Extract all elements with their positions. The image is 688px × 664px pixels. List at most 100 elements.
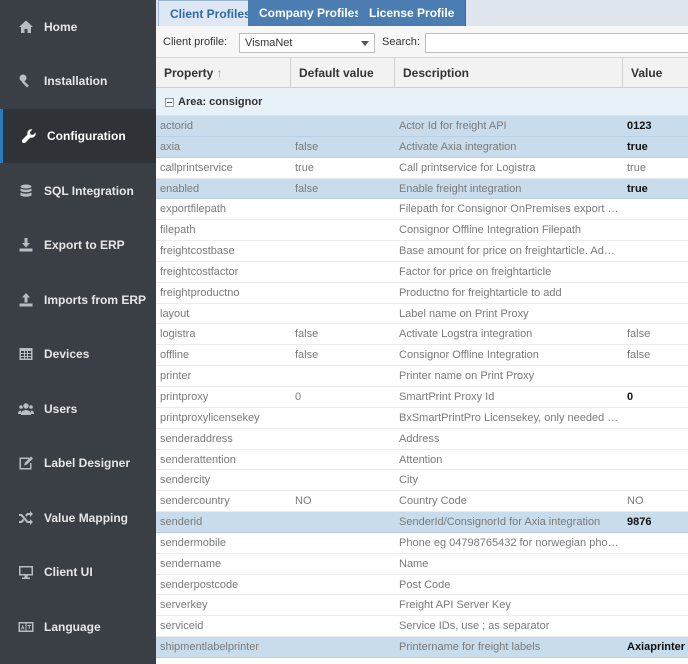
nav-item-configuration[interactable]: Configuration — [0, 109, 156, 163]
table-header: Property ↑ Default value Description Valu… — [156, 58, 688, 88]
nav-item-devices[interactable]: Devices — [0, 327, 156, 381]
cell-property: senderattention — [160, 453, 236, 466]
table-row[interactable]: serverkey Freight API Server Key — [156, 595, 688, 617]
group-row: Area: consignor — [156, 88, 688, 116]
nav-item-value-mapping[interactable]: Value Mapping — [0, 491, 156, 545]
cell-value — [627, 595, 688, 615]
import-icon — [16, 290, 36, 310]
column-header-label: Default value — [299, 66, 374, 80]
nav-item-sql-integration[interactable]: SQL Integration — [0, 164, 156, 218]
chevron-down-icon — [361, 41, 369, 46]
column-header-property[interactable]: Property ↑ — [156, 58, 291, 88]
cell-default-value — [295, 241, 391, 261]
cell-description: Name — [399, 557, 429, 570]
table-row[interactable]: exportfilepath Filepath for Consignor OnP… — [156, 199, 688, 221]
table-row[interactable]: printproxy 0 SmartPrint Proxy Id 0 — [156, 387, 688, 408]
cell-default-value — [295, 408, 391, 428]
cell-description: Printer name on Print Proxy — [399, 370, 535, 383]
cell-property: senderpostcode — [160, 578, 239, 591]
table-row[interactable]: filepath Consignor Offline Integration Fi… — [156, 220, 688, 242]
table-row[interactable]: freightcostfactor Factor for price on fre… — [156, 262, 688, 283]
cell-property: enabled — [160, 182, 200, 195]
nav-item-home[interactable]: Home — [0, 0, 156, 54]
tab-client-profiles[interactable]: Client Profiles — [158, 0, 263, 26]
cell-default-value: false — [295, 349, 319, 362]
tab-company-profiles[interactable]: Company Profiles — [248, 0, 374, 26]
table-row[interactable]: printproxylicensekey BxSmartPrintPro Lice… — [156, 408, 688, 429]
nav-label: Installation — [44, 74, 108, 88]
cell-default-value — [295, 554, 391, 574]
cell-property: shipmentlabelprinter — [160, 641, 260, 654]
table-row[interactable]: callprintservice true Call printservice fo… — [156, 158, 688, 179]
table-row[interactable]: senderpostcode Post Code — [156, 575, 688, 596]
cell-description: SmartPrint Proxy Id — [399, 390, 495, 403]
table-row[interactable]: offline false Consignor Offline Integratio… — [156, 345, 688, 367]
table-row[interactable]: axia false Activate Axia integration true — [156, 136, 688, 158]
table-row[interactable]: logistra false Activate Logstra integratio… — [156, 324, 688, 346]
cell-property: callprintservice — [160, 161, 233, 174]
table-row[interactable]: enabled false Enable freight integration tr… — [156, 178, 688, 200]
nav-item-language[interactable]: Language — [0, 600, 156, 654]
tab-license-profile[interactable]: License Profile — [358, 0, 467, 26]
nav-item-imports-from-erp[interactable]: Imports from ERP — [0, 273, 156, 327]
cell-description: Productno for freightarticle to add — [399, 286, 562, 299]
column-header-value[interactable]: Value — [623, 58, 688, 88]
table-row[interactable]: layout Label name on Print Proxy — [156, 304, 688, 325]
cell-description: Enable freight integration — [399, 182, 522, 195]
cell-description: Actor Id for freight API — [399, 120, 507, 132]
cell-default-value — [295, 595, 391, 615]
table-row[interactable]: sendercity City — [156, 470, 688, 492]
table-row[interactable]: freightcostbase Base amount for price on … — [156, 241, 688, 262]
cell-property: sendermobile — [160, 536, 227, 549]
nav-item-client-ui[interactable]: Client UI — [0, 545, 156, 599]
nav-item-installation[interactable]: Installation — [0, 54, 156, 108]
cell-property: senderaddress — [160, 432, 233, 445]
table-row[interactable]: senderattention Attention — [156, 450, 688, 471]
cell-property: offline — [160, 349, 190, 362]
search-input[interactable] — [425, 33, 688, 53]
table-row[interactable]: sendermobile Phone eg 04798765432 for nor… — [156, 533, 688, 554]
collapse-icon[interactable] — [165, 98, 174, 107]
client-profile-label: Client profile: — [163, 36, 228, 48]
table-row[interactable]: sendername Name — [156, 554, 688, 575]
client-profile-value: VismaNet — [245, 37, 293, 49]
table-row[interactable]: actorid Actor Id for freight API 0123 — [156, 116, 688, 137]
cell-default-value: true — [295, 161, 314, 174]
cell-description: Consignor Offline Integration — [399, 349, 539, 362]
table-row[interactable]: shipmentlabelprinter Printername for frei… — [156, 637, 688, 658]
table-row[interactable]: sendercountry NO Country Code NO — [156, 491, 688, 513]
cell-default-value — [295, 429, 391, 449]
cell-default-value — [295, 470, 391, 490]
cell-default-value — [295, 616, 391, 636]
cell-value — [627, 304, 688, 324]
table-row[interactable]: printer Printer name on Print Proxy — [156, 366, 688, 387]
cell-default-value: false — [295, 328, 319, 341]
cell-description: Call printservice for Logistra — [399, 161, 536, 174]
table-row[interactable]: freightproductno Productno for freightart… — [156, 283, 688, 304]
cell-value: 0123 — [627, 120, 652, 132]
client-profile-select[interactable]: VismaNet — [239, 33, 375, 53]
cell-value: 0 — [627, 390, 634, 403]
cell-value: false — [627, 349, 651, 362]
export-icon — [16, 235, 36, 255]
cell-value — [627, 616, 688, 636]
cell-value — [627, 408, 688, 428]
column-header-description[interactable]: Description — [395, 58, 623, 88]
language-icon — [16, 617, 36, 637]
cell-value — [627, 429, 688, 449]
nav-item-export-to-erp[interactable]: Export to ERP — [0, 218, 156, 272]
column-header-default-value[interactable]: Default value — [291, 58, 395, 88]
nav-item-label-designer[interactable]: Label Designer — [0, 436, 156, 490]
nav-item-users[interactable]: Users — [0, 382, 156, 436]
cell-description: Attention — [399, 453, 443, 466]
cell-description: Activate Logstra integration — [399, 328, 533, 341]
cell-property: printproxy — [160, 390, 209, 403]
table-row[interactable]: serviceid Service IDs, use ; as separator — [156, 616, 688, 638]
database-icon — [16, 181, 36, 201]
table-row[interactable]: senderid SenderId/ConsignorId for Axia in… — [156, 512, 688, 533]
cell-property: filepath — [160, 224, 196, 237]
table-row[interactable]: senderaddress Address — [156, 429, 688, 450]
grid-icon — [16, 344, 36, 364]
nav-label: Configuration — [47, 129, 126, 143]
cell-property: senderid — [160, 516, 203, 529]
